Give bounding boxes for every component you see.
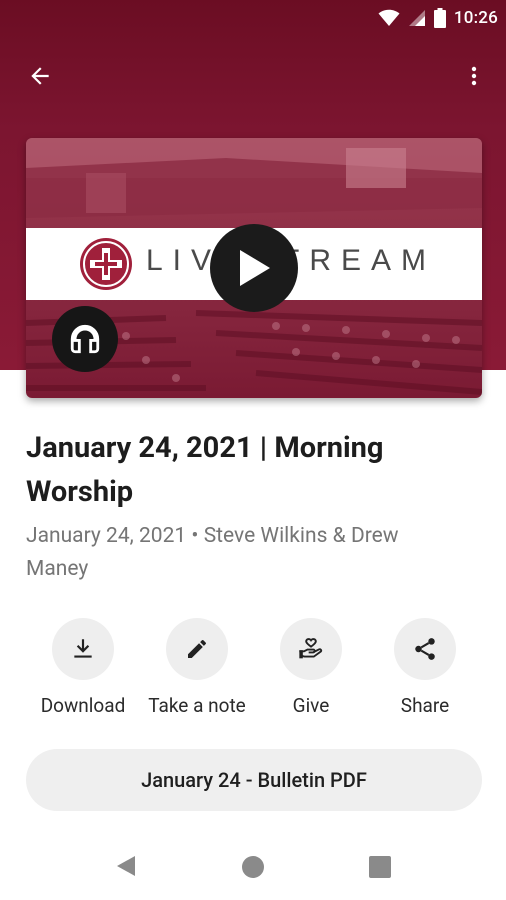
download-icon	[74, 639, 92, 658]
pencil-icon	[188, 639, 207, 658]
status-icons: 10:26	[378, 8, 498, 28]
cell-signal-icon	[408, 10, 425, 26]
play-icon	[240, 250, 270, 286]
more-options-button[interactable]	[454, 56, 494, 96]
wifi-icon	[378, 9, 400, 26]
take-note-label: Take a note	[148, 694, 246, 717]
clock: 10:26	[453, 8, 498, 28]
share-label: Share	[400, 694, 450, 717]
give-button[interactable]	[280, 618, 342, 680]
heart-hand-icon	[299, 638, 323, 659]
bulletin-pdf-label: January 24 - Bulletin PDF	[141, 768, 367, 792]
app-bar	[0, 48, 506, 100]
action-row: Download Take a note Give Share	[0, 618, 506, 728]
battery-icon	[433, 8, 446, 28]
nav-home-icon[interactable]	[242, 856, 264, 878]
bulletin-pdf-button[interactable]: January 24 - Bulletin PDF	[26, 749, 482, 811]
download-label: Download	[40, 694, 126, 717]
sermon-meta: January 24, 2021 • Steve Wilkins & Drew …	[26, 524, 399, 581]
church-cross-logo-icon	[80, 238, 132, 290]
arrow-back-icon	[31, 67, 49, 85]
sermon-media-card[interactable]: LIVESTREAM	[26, 138, 482, 398]
more-vert-icon	[471, 66, 477, 86]
take-note-action[interactable]: Take a note	[137, 618, 257, 717]
headphones-icon	[70, 324, 100, 354]
share-action[interactable]: Share	[365, 618, 485, 717]
back-button[interactable]	[20, 56, 60, 96]
give-action[interactable]: Give	[251, 618, 371, 717]
give-label: Give	[292, 694, 330, 717]
nav-recents-icon[interactable]	[369, 856, 391, 878]
take-note-button[interactable]	[166, 618, 228, 680]
sermon-title: January 24, 2021 | Morning Worship	[26, 431, 384, 509]
share-button[interactable]	[394, 618, 456, 680]
audio-button[interactable]	[52, 306, 118, 372]
system-nav-bar	[0, 830, 506, 900]
share-icon	[415, 638, 435, 660]
download-action[interactable]: Download	[23, 618, 143, 717]
play-button[interactable]	[210, 224, 298, 312]
nav-back-icon[interactable]	[115, 854, 137, 878]
status-bar: 10:26	[0, 0, 506, 36]
download-button[interactable]	[52, 618, 114, 680]
